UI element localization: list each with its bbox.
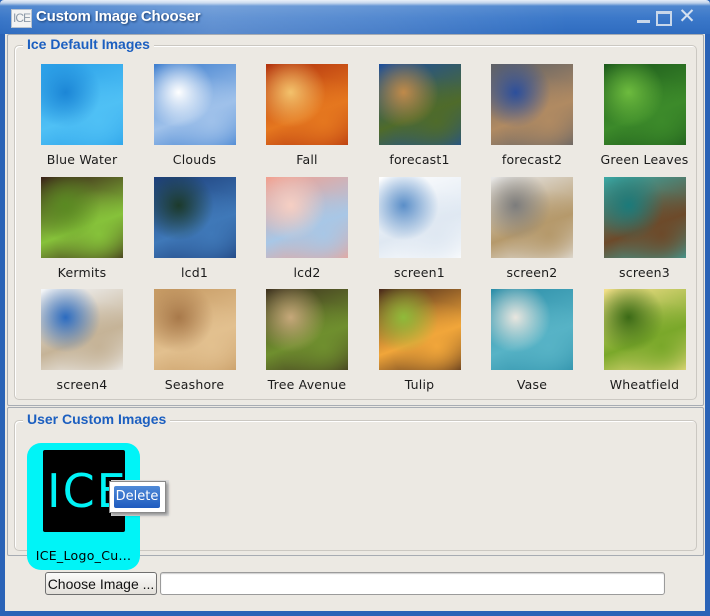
image-tile[interactable]: Wheatfield xyxy=(588,287,700,399)
image-thumbnail[interactable] xyxy=(153,289,236,370)
image-label: forecast2 xyxy=(501,152,563,167)
image-tile[interactable]: lcd2 xyxy=(250,175,362,287)
image-tile[interactable]: screen2 xyxy=(475,175,587,287)
image-label: Seashore xyxy=(164,377,225,392)
image-tile[interactable]: screen3 xyxy=(588,175,700,287)
image-label: Clouds xyxy=(172,152,217,167)
image-tile[interactable]: Kermits xyxy=(25,175,137,287)
image-tile[interactable]: Green Leaves xyxy=(588,62,700,174)
dialog-window: ICE Custom Image Chooser ✕ Ice Default I… xyxy=(0,0,710,616)
default-images-panel: Ice Default Images Blue Water Clouds Fall f… xyxy=(7,34,704,406)
dialog-content: Ice Default Images Blue Water Clouds Fall f… xyxy=(5,34,705,611)
window-title: Custom Image Chooser xyxy=(36,8,201,25)
image-tile[interactable]: Seashore xyxy=(138,287,250,399)
image-label: screen2 xyxy=(506,264,558,280)
image-label: Vase xyxy=(516,377,548,392)
image-label: lcd2 xyxy=(293,264,321,280)
image-label: forecast1 xyxy=(389,152,450,167)
user-images-group: User Custom Images ICE ICE_Logo_Cu... De… xyxy=(14,411,697,570)
image-tile[interactable]: forecast2 xyxy=(475,62,587,174)
user-images-panel: User Custom Images ICE ICE_Logo_Cu... De… xyxy=(7,407,704,570)
image-tile[interactable]: screen4 xyxy=(25,287,137,399)
image-label: Fall xyxy=(296,152,318,167)
image-label: Kermits xyxy=(57,264,107,280)
choose-image-button[interactable]: Choose Image ... xyxy=(45,572,157,595)
close-button[interactable]: ✕ xyxy=(678,6,696,27)
image-thumbnail[interactable] xyxy=(41,64,123,145)
image-tile[interactable]: Tulip xyxy=(363,287,475,399)
bottom-toolbar: Choose Image ... xyxy=(5,554,705,611)
user-images-legend: User Custom Images xyxy=(23,411,171,427)
app-icon: ICE xyxy=(11,9,32,28)
image-thumbnail[interactable] xyxy=(603,64,686,145)
default-images-group: Ice Default Images Blue Water Clouds Fall f… xyxy=(14,36,700,400)
image-label: lcd1 xyxy=(180,264,209,280)
image-label: Wheatfield xyxy=(609,377,680,392)
image-label: Green Leaves xyxy=(600,152,689,167)
image-tile[interactable]: Blue Water xyxy=(25,62,137,174)
image-thumbnail[interactable] xyxy=(378,289,461,370)
image-thumbnail[interactable] xyxy=(603,176,686,258)
image-label: Tree Avenue xyxy=(267,377,347,392)
default-images-legend: Ice Default Images xyxy=(23,36,154,52)
image-label: Blue Water xyxy=(46,152,118,167)
image-tile[interactable]: Vase xyxy=(475,287,587,399)
image-tile[interactable]: Tree Avenue xyxy=(250,287,362,399)
image-thumbnail[interactable] xyxy=(266,289,348,370)
image-label: screen4 xyxy=(56,377,108,392)
image-thumbnail[interactable] xyxy=(603,289,686,370)
image-thumbnail[interactable] xyxy=(378,176,461,258)
image-label: screen1 xyxy=(394,264,445,280)
maximize-button[interactable] xyxy=(656,8,672,26)
image-thumbnail[interactable] xyxy=(491,289,573,370)
image-thumbnail[interactable] xyxy=(491,64,573,145)
window-bottom-border xyxy=(0,611,710,616)
image-thumbnail[interactable] xyxy=(491,176,573,258)
image-path-input[interactable] xyxy=(160,572,665,595)
image-tile[interactable]: screen1 xyxy=(363,175,475,287)
image-label: Tulip xyxy=(404,377,435,392)
image-thumbnail[interactable] xyxy=(266,176,348,258)
delete-menu-item[interactable]: Delete xyxy=(114,486,160,508)
image-tile[interactable]: forecast1 xyxy=(363,62,475,174)
context-menu: Delete xyxy=(109,481,166,513)
image-thumbnail[interactable] xyxy=(153,176,236,258)
title-bar[interactable]: ICE Custom Image Chooser ✕ xyxy=(0,0,710,34)
image-label: screen3 xyxy=(619,264,670,280)
image-tile[interactable]: Fall xyxy=(250,62,362,174)
image-thumbnail[interactable] xyxy=(378,64,461,145)
minimize-button[interactable] xyxy=(637,8,651,25)
image-thumbnail[interactable] xyxy=(41,289,123,370)
image-tile[interactable]: lcd1 xyxy=(138,175,250,287)
image-thumbnail[interactable] xyxy=(266,64,348,145)
close-icon: ✕ xyxy=(678,4,696,28)
image-thumbnail[interactable] xyxy=(41,176,123,258)
image-tile[interactable]: Clouds xyxy=(138,62,250,174)
image-thumbnail[interactable] xyxy=(153,64,236,145)
